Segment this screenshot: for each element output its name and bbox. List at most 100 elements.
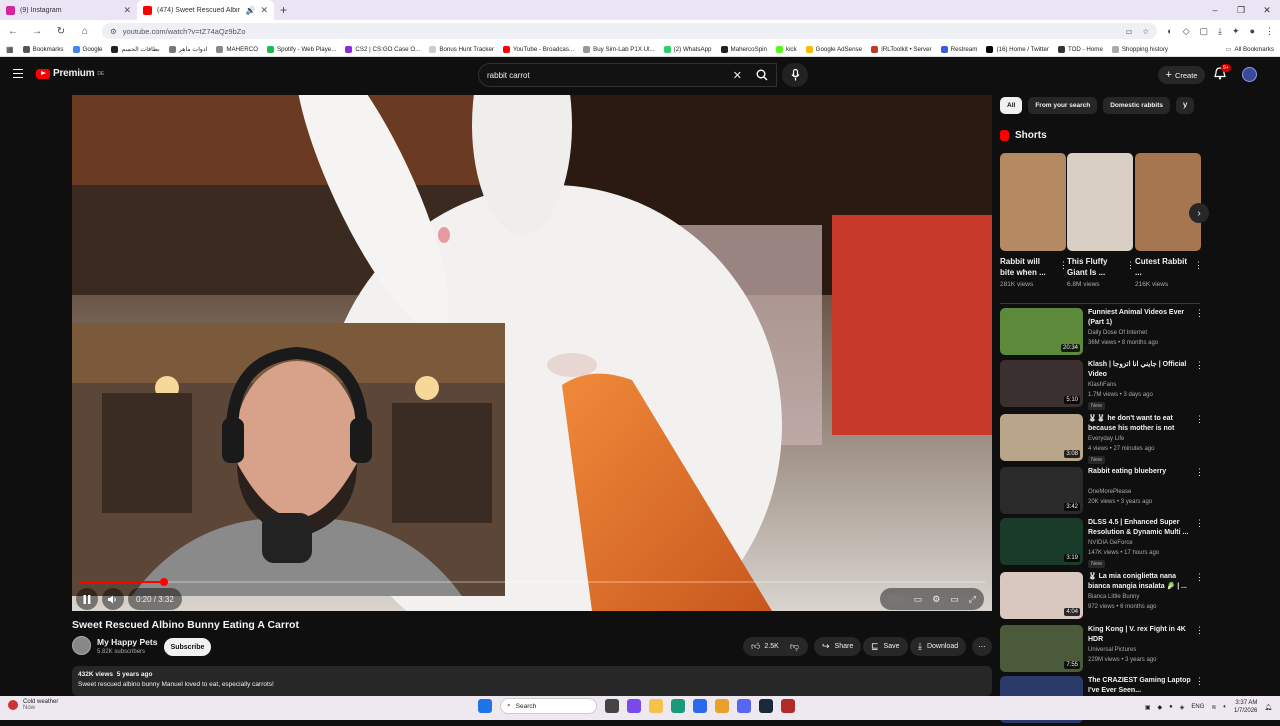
recommended-video[interactable]: 3:08 🐰🐰 he don't want to eat because his … (1000, 414, 1204, 464)
captions-icon[interactable]: ▭ (914, 594, 923, 605)
cast-icon[interactable]: ▭ (1125, 27, 1132, 36)
close-window-button[interactable]: ✕ (1254, 0, 1280, 20)
forward-icon[interactable]: → (30, 26, 44, 37)
chip-from-search[interactable]: From your search (1028, 97, 1098, 114)
subscribe-button[interactable]: Subscribe (164, 638, 211, 656)
store-icon[interactable] (693, 699, 707, 713)
star-icon[interactable]: ☆ (1142, 27, 1149, 36)
bookmark-item[interactable]: Shopping history (1111, 45, 1168, 53)
close-tab-icon[interactable]: ✕ (260, 5, 268, 16)
tray-app-icon[interactable]: ▣ (1145, 704, 1151, 711)
youtube-logo[interactable]: Premium DE (36, 68, 104, 79)
home-icon[interactable]: ⌂ (78, 26, 92, 37)
bookmark-item[interactable]: kick (775, 45, 797, 53)
bookmark-item[interactable]: YouTube - Broadcas... (503, 45, 574, 53)
bookmark-item[interactable]: Bookmarks (22, 45, 64, 53)
progress-scrubber[interactable] (160, 578, 169, 586)
more-vert-icon[interactable]: ⋮ (1194, 260, 1203, 271)
task-view-icon[interactable] (605, 699, 619, 713)
channel-avatar[interactable] (72, 636, 91, 655)
bookmark-item[interactable]: Buy Sim-Lab P1X Ul... (583, 45, 655, 53)
bookmark-item[interactable]: Restream (940, 45, 977, 53)
share-button[interactable]: ↪ Share (814, 637, 862, 656)
bookmark-item[interactable]: Bonus Hunt Tracker (429, 45, 494, 53)
autoplay-toggle[interactable] (887, 595, 904, 603)
bookmark-item[interactable]: CS2 | CS:GO Case O... (345, 45, 420, 53)
more-vert-icon[interactable]: ⋮ (1195, 676, 1204, 687)
sidebar-icon[interactable]: ▢ (1200, 26, 1209, 37)
theater-mode-icon[interactable]: ▭ (950, 594, 959, 605)
save-button[interactable]: ⊑ Save (863, 637, 908, 656)
recommended-video[interactable]: 3:19 DLSS 4.5 | Enhanced Super Resolution… (1000, 518, 1204, 568)
more-vert-icon[interactable]: ⋮ (1195, 414, 1204, 425)
create-button[interactable]: + Create (1158, 66, 1205, 84)
settings-icon[interactable]: ⚙ (932, 594, 940, 605)
more-vert-icon[interactable]: ⋮ (1195, 572, 1204, 583)
minimize-button[interactable]: – (1202, 0, 1228, 20)
menu-dots-icon[interactable]: ⋮ (1265, 26, 1274, 37)
bookmark-item[interactable]: TOD - Home (1057, 45, 1103, 53)
clear-search-icon[interactable]: ✕ (733, 69, 742, 82)
more-vert-icon[interactable]: ⋮ (1195, 625, 1204, 636)
all-bookmarks[interactable]: ▭ All Bookmarks (1226, 46, 1274, 53)
file-explorer-icon[interactable] (649, 699, 663, 713)
volume-button[interactable] (102, 588, 124, 610)
new-tab-button[interactable]: + (280, 3, 287, 17)
recommended-video[interactable]: 4:04 🐰 La mia coniglietta nana bianca man… (1000, 572, 1204, 622)
download-button[interactable]: ⤓ Download (910, 637, 967, 656)
tray-app-icon[interactable]: ◆ (1157, 704, 1162, 711)
bookmark-item[interactable]: بطاقات الحسم (111, 45, 160, 53)
tab-youtube[interactable]: (474) Sweet Rescued Albino 🔊 ✕ (137, 0, 274, 20)
like-button[interactable]: 👍︎ 2.5K (751, 641, 779, 652)
steam-icon[interactable] (759, 699, 773, 713)
extension-icon[interactable]: ◐ (1167, 26, 1172, 37)
bookmark-item[interactable]: Google AdSense (805, 45, 862, 53)
notifications-button[interactable]: 9+ (1214, 64, 1231, 83)
windows-start-icon[interactable] (478, 699, 492, 713)
chevron-right-icon[interactable]: › (1183, 101, 1186, 112)
bookmark-item[interactable]: ادوات ماهر (168, 45, 207, 53)
tab-instagram[interactable]: (9) Instagram ✕ (0, 0, 137, 20)
wifi-icon[interactable]: ≋ (1211, 704, 1216, 711)
recommended-video[interactable]: 5:10 Klash | جايني انا اتزوجا | Official … (1000, 360, 1204, 410)
shorts-next-button[interactable]: › (1189, 203, 1209, 223)
maximize-button[interactable]: ❐ (1228, 0, 1254, 20)
more-vert-icon[interactable]: ⋮ (1195, 467, 1204, 478)
more-vert-icon[interactable]: ⋮ (1126, 260, 1135, 271)
bookmark-item[interactable]: Spotify - Web Playe... (267, 45, 336, 53)
fullscreen-icon[interactable]: ⤢ (969, 594, 976, 605)
dislike-button[interactable]: 👎︎ (790, 641, 799, 652)
progress-bar[interactable] (79, 578, 985, 586)
extensions-icon[interactable]: ✦ (1232, 26, 1240, 37)
voice-search-button[interactable] (782, 63, 808, 87)
back-icon[interactable]: ← (6, 26, 20, 37)
tray-app-icon[interactable]: ◈ (1180, 704, 1185, 711)
discord-icon[interactable] (737, 699, 751, 713)
recommended-video[interactable]: 20:34 Funniest Animal Videos Ever (Part 1… (1000, 308, 1204, 358)
chip-domestic-rabbits[interactable]: Domestic rabbits (1103, 97, 1170, 114)
more-vert-icon[interactable]: ⋮ (1195, 360, 1204, 371)
chip-all[interactable]: All (1000, 97, 1023, 114)
search-button[interactable] (747, 63, 777, 87)
notifications-icon[interactable]: 🔔︎ (1264, 704, 1272, 711)
copilot-icon[interactable] (627, 699, 641, 713)
tray-app-icon[interactable]: ● (1169, 704, 1173, 710)
short-item[interactable]: Cutest Rabbit ... 216K views ⋮ (1135, 153, 1203, 288)
short-item[interactable]: This Fluffy Giant Is ... 6.8M views ⋮ (1067, 153, 1135, 288)
reload-icon[interactable]: ↻ (54, 26, 68, 37)
pause-button[interactable] (76, 588, 98, 610)
channel-name[interactable]: My Happy Pets (97, 637, 157, 647)
audio-icon[interactable]: 🔊 (245, 6, 255, 15)
edge-icon[interactable] (671, 699, 685, 713)
clock[interactable]: 3:37 AM 1/7/2026 (1234, 699, 1257, 715)
close-tab-icon[interactable]: ✕ (123, 5, 131, 16)
recommended-video[interactable]: 7:55 King Kong | V. rex Fight in 4K HDR Un… (1000, 625, 1204, 675)
bookmark-item[interactable]: IRLToolkit • Server (871, 45, 932, 53)
profile-icon[interactable]: ● (1250, 26, 1255, 37)
menu-icon[interactable] (13, 69, 23, 78)
search-input[interactable]: rabbit carrot ✕ (478, 63, 777, 87)
copilot-icon[interactable]: ◇ (1183, 26, 1190, 37)
short-item[interactable]: Rabbit will bite when ... 281K views ⋮ (1000, 153, 1068, 288)
apps-grid-icon[interactable]: ▦ (6, 45, 14, 54)
more-vert-icon[interactable]: ⋮ (1195, 518, 1204, 529)
